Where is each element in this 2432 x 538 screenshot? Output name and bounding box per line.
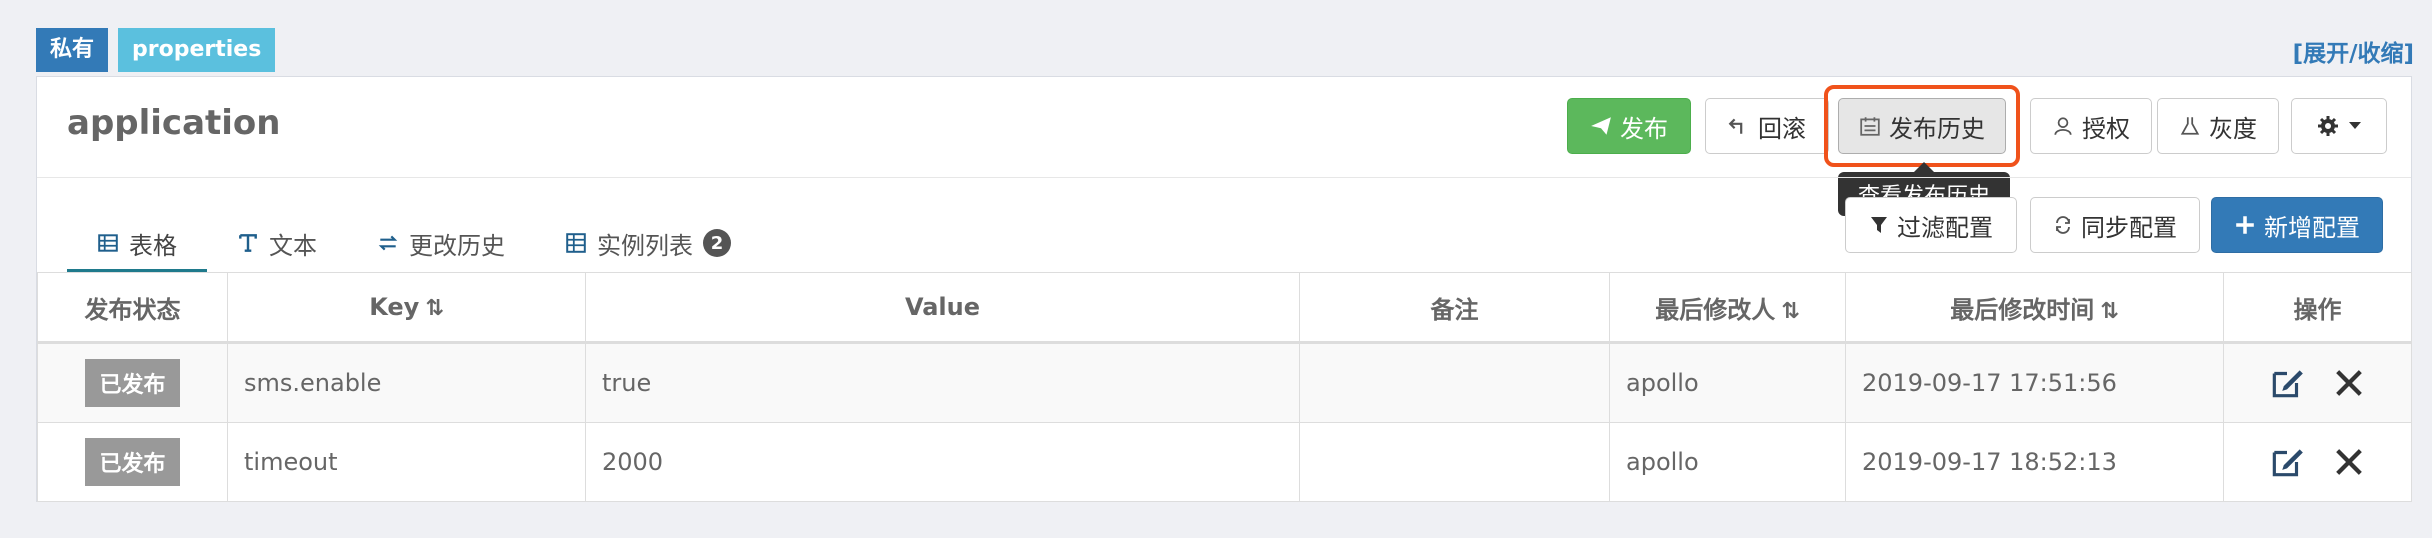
add-config-label: 新增配置 [2264,213,2360,242]
modifier-cell: apollo [1609,342,1846,423]
tab-instance-list[interactable]: 实例列表 2 [535,217,761,269]
namespace-title: application [67,103,281,143]
flask-icon [2180,117,2200,135]
authorize-label: 授权 [2082,114,2130,143]
highlight-box [1824,85,2020,167]
panel-divider [37,177,2411,178]
modifier-cell: apollo [1609,422,1846,502]
sync-icon [2056,216,2070,234]
time-cell: 2019-09-17 17:51:56 [1845,342,2224,423]
rollback-label: 回滚 [1758,114,1806,143]
config-table: 发布状态 Key ⇅ Value 备注 最后修改人 ⇅ 最后修改时间 ⇅ 操作 已发布… [37,272,2412,502]
value-cell: true [585,342,1300,423]
namespace-panel: application 发布 回滚 发布历史 授权 灰度 查看发布历史 表格 文… [36,76,2412,502]
header-key[interactable]: Key ⇅ [227,272,586,344]
filter-config-button[interactable]: 过滤配置 [1845,197,2017,253]
gray-release-label: 灰度 [2209,114,2257,143]
publish-label: 发布 [1620,114,1668,143]
header-modified-time[interactable]: 最后修改时间 ⇅ [1845,272,2224,344]
header-key-label: Key [369,293,420,321]
sync-config-button[interactable]: 同步配置 [2030,197,2200,253]
key-cell: sms.enable [227,342,586,423]
expand-collapse-link[interactable]: [展开/收缩] [2293,34,2414,68]
user-icon [2054,117,2072,136]
table-row: 已发布 sms.enable true apollo 2019-09-17 17… [37,342,2412,423]
rollback-button[interactable]: 回滚 [1705,98,1829,154]
edit-icon[interactable] [2267,363,2307,403]
tab-instance-list-label: 实例列表 [597,231,693,260]
comment-cell [1299,342,1610,423]
edit-icon[interactable] [2267,442,2307,482]
tab-change-history-label: 更改历史 [409,231,505,260]
key-cell: timeout [227,422,586,502]
delete-icon[interactable] [2329,442,2369,482]
format-tag: properties [118,28,276,72]
text-icon [239,234,257,252]
header-modifier-label: 最后修改人 [1655,295,1776,324]
status-badge: 已发布 [85,359,180,407]
header-status: 发布状态 [37,272,228,344]
publish-button[interactable]: 发布 [1567,98,1691,154]
header-time-label: 最后修改时间 [1950,295,2095,324]
instance-icon [566,233,586,253]
instance-count-badge: 2 [703,229,731,257]
tab-change-history[interactable]: 更改历史 [347,217,535,269]
view-tabs: 表格 文本 更改历史 实例列表 2 [67,217,761,273]
value-cell: 2000 [585,422,1300,502]
private-tag: 私有 [36,28,109,72]
delete-icon[interactable] [2329,363,2369,403]
gray-release-button[interactable]: 灰度 [2157,98,2279,154]
authorize-button[interactable]: 授权 [2030,98,2152,154]
send-icon [1591,117,1611,135]
actions-cell [2223,342,2412,423]
add-config-button[interactable]: 新增配置 [2211,197,2383,253]
table-row: 已发布 timeout 2000 apollo 2019-09-17 18:52… [37,422,2412,502]
actions-cell [2223,422,2412,502]
caret-down-icon [2349,122,2361,129]
tab-table[interactable]: 表格 [67,217,207,273]
header-value: Value [585,272,1300,344]
comment-cell [1299,422,1610,502]
tab-text[interactable]: 文本 [207,217,347,269]
namespace-tags: 私有 properties [36,28,276,72]
status-badge: 已发布 [85,438,180,486]
filter-config-label: 过滤配置 [1897,213,1993,242]
tab-text-label: 文本 [269,231,317,260]
rollback-icon [1728,118,1743,134]
header-modifier[interactable]: 最后修改人 ⇅ [1609,272,1846,344]
exchange-icon [378,235,398,251]
sort-icon: ⇅ [2100,298,2119,324]
header-comment: 备注 [1299,272,1610,344]
header-actions: 操作 [2223,272,2412,344]
sort-icon: ⇅ [425,296,444,321]
sort-icon: ⇅ [1781,298,1800,324]
sync-config-label: 同步配置 [2081,213,2177,242]
tab-table-label: 表格 [129,231,177,260]
plus-icon [2236,216,2254,234]
table-icon [98,234,118,252]
status-cell: 已发布 [37,342,228,423]
filter-icon [1871,217,1887,233]
status-cell: 已发布 [37,422,228,502]
settings-dropdown[interactable] [2291,98,2387,154]
time-cell: 2019-09-17 18:52:13 [1845,422,2224,502]
gear-icon [2318,116,2338,136]
table-header-row: 发布状态 Key ⇅ Value 备注 最后修改人 ⇅ 最后修改时间 ⇅ 操作 [37,272,2412,344]
